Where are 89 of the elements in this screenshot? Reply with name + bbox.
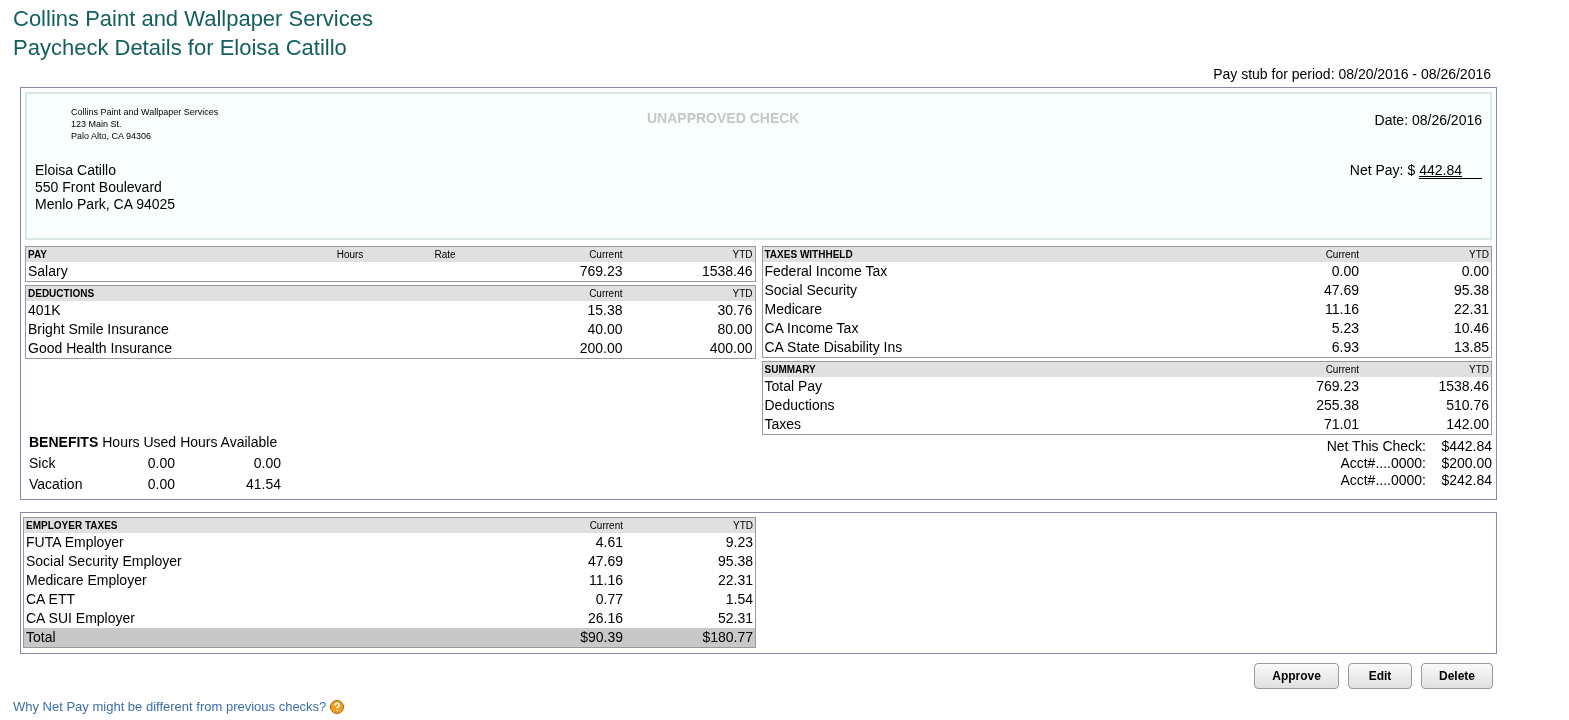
ytd-amount: 9.23 xyxy=(724,533,753,552)
table-header: DEDUCTIONS Current YTD xyxy=(26,286,755,301)
help-link[interactable]: Why Net Pay might be different from previous checks? xyxy=(13,699,327,714)
total-row: Total $90.39 $180.77 xyxy=(24,628,755,647)
table-header: EMPLOYER TAXES Current YTD xyxy=(24,518,755,533)
row-label: CA SUI Employer xyxy=(26,609,136,628)
current-amount: 5.23 xyxy=(1330,319,1359,338)
current-amount: 0.77 xyxy=(594,590,623,609)
hours-available: 0.00 xyxy=(252,454,281,473)
current-amount: 6.93 xyxy=(1330,338,1359,357)
net-line-amount: $200.00 xyxy=(1440,455,1492,472)
table-header: PAY Hours Rate Current YTD xyxy=(26,247,755,262)
page-title: Paycheck Details for Eloisa Catillo xyxy=(12,34,348,62)
benefit-label: Sick xyxy=(29,454,57,473)
row-label: Social Security xyxy=(764,281,859,300)
ytd-amount: 52.31 xyxy=(716,609,753,628)
row-label: CA Income Tax xyxy=(764,319,860,338)
row-label: CA State Disability Ins xyxy=(764,338,904,357)
ytd-amount: 142.00 xyxy=(1445,415,1489,434)
ytd-amount: 95.38 xyxy=(716,552,753,571)
current-amount: 4.61 xyxy=(594,533,623,552)
ytd-amount: 95.38 xyxy=(1452,281,1489,300)
ytd-amount: 22.31 xyxy=(1452,300,1489,319)
net-line-amount: $442.84 xyxy=(1440,438,1492,455)
payee-address-line: 550 Front Boulevard xyxy=(35,179,163,196)
current-amount: 15.38 xyxy=(586,301,623,320)
row-label: CA ETT xyxy=(26,590,76,609)
table-header: SUMMARY Current YTD xyxy=(762,362,1491,377)
ytd-amount: 510.76 xyxy=(1445,396,1489,415)
current-amount: 47.69 xyxy=(1322,281,1359,300)
ytd-amount: 10.46 xyxy=(1452,319,1489,338)
current-amount: 200.00 xyxy=(578,339,623,358)
row-label: Deductions xyxy=(764,396,836,415)
ytd-amount: 80.00 xyxy=(716,320,753,339)
payee-address-line: Menlo Park, CA 94025 xyxy=(35,196,176,213)
ytd-amount: 13.85 xyxy=(1452,338,1489,357)
current-amount: 255.38 xyxy=(1315,396,1359,415)
company-title: Collins Paint and Wallpaper Services xyxy=(12,5,374,33)
benefits-column: Hours Available xyxy=(180,432,278,453)
ytd-amount: 400.00 xyxy=(708,339,753,358)
ytd-amount: 0.00 xyxy=(1460,262,1489,281)
net-line-label: Acct#....0000: xyxy=(1340,472,1426,489)
net-line-label: Net This Check: xyxy=(1326,438,1426,455)
benefit-label: Vacation xyxy=(29,475,84,494)
current-amount: 47.69 xyxy=(586,552,623,571)
payee-address-line: Eloisa Catillo xyxy=(35,162,117,179)
row-label: Social Security Employer xyxy=(26,552,183,571)
row-label: FUTA Employer xyxy=(26,533,125,552)
row-label: Good Health Insurance xyxy=(28,339,173,358)
row-label: Total Pay xyxy=(764,377,824,396)
row-label: Medicare xyxy=(764,300,824,319)
current-amount: 769.23 xyxy=(578,262,623,281)
benefits-title: BENEFITS xyxy=(29,433,99,452)
hours-available: 41.54 xyxy=(244,475,281,494)
row-label: 401K xyxy=(28,301,62,320)
ytd-amount: 1538.46 xyxy=(700,262,753,281)
current-amount: 26.16 xyxy=(586,609,623,628)
net-line-label: Acct#....0000: xyxy=(1340,455,1426,472)
row-label: Taxes xyxy=(764,415,803,434)
current-amount: 40.00 xyxy=(586,320,623,339)
check-date: Date: 08/26/2016 xyxy=(1374,112,1482,128)
row-label: Bright Smile Insurance xyxy=(28,320,170,339)
ytd-amount: 1.54 xyxy=(724,590,753,609)
benefits-column: Hours Used xyxy=(102,432,177,453)
net-pay-amount: 442.84 xyxy=(1419,163,1482,179)
current-amount: 0.00 xyxy=(1330,262,1359,281)
current-amount: 71.01 xyxy=(1322,415,1359,434)
pay-period: Pay stub for period: 08/20/2016 - 08/26/2016 xyxy=(1212,66,1491,82)
net-pay-label: Net Pay: $ xyxy=(1349,162,1416,178)
table-header: TAXES WITHHELD Current YTD xyxy=(762,247,1491,262)
row-label: Federal Income Tax xyxy=(764,262,889,281)
net-line-amount: $242.84 xyxy=(1440,472,1492,489)
ytd-amount: 30.76 xyxy=(716,301,753,320)
current-amount: 769.23 xyxy=(1315,377,1359,396)
current-amount: 11.16 xyxy=(1324,300,1359,319)
action-button[interactable]: Edit xyxy=(1347,663,1412,689)
company-address-line: Collins Paint and Wallpaper Services xyxy=(71,106,220,118)
company-address-line: Palo Alto, CA 94306 xyxy=(71,130,153,142)
help-icon[interactable] xyxy=(330,699,345,714)
row-label: Medicare Employer xyxy=(26,571,148,590)
hours-used: 0.00 xyxy=(146,475,175,494)
ytd-amount: 22.31 xyxy=(716,571,753,590)
company-address-line: 123 Main St. xyxy=(71,118,123,130)
ytd-amount: 1538.46 xyxy=(1437,377,1489,396)
action-button[interactable]: Approve xyxy=(1254,663,1339,689)
current-amount: 11.16 xyxy=(588,571,623,590)
action-button[interactable]: Delete xyxy=(1420,663,1493,689)
hours-used: 0.00 xyxy=(146,454,175,473)
row-label: Salary xyxy=(28,262,69,281)
